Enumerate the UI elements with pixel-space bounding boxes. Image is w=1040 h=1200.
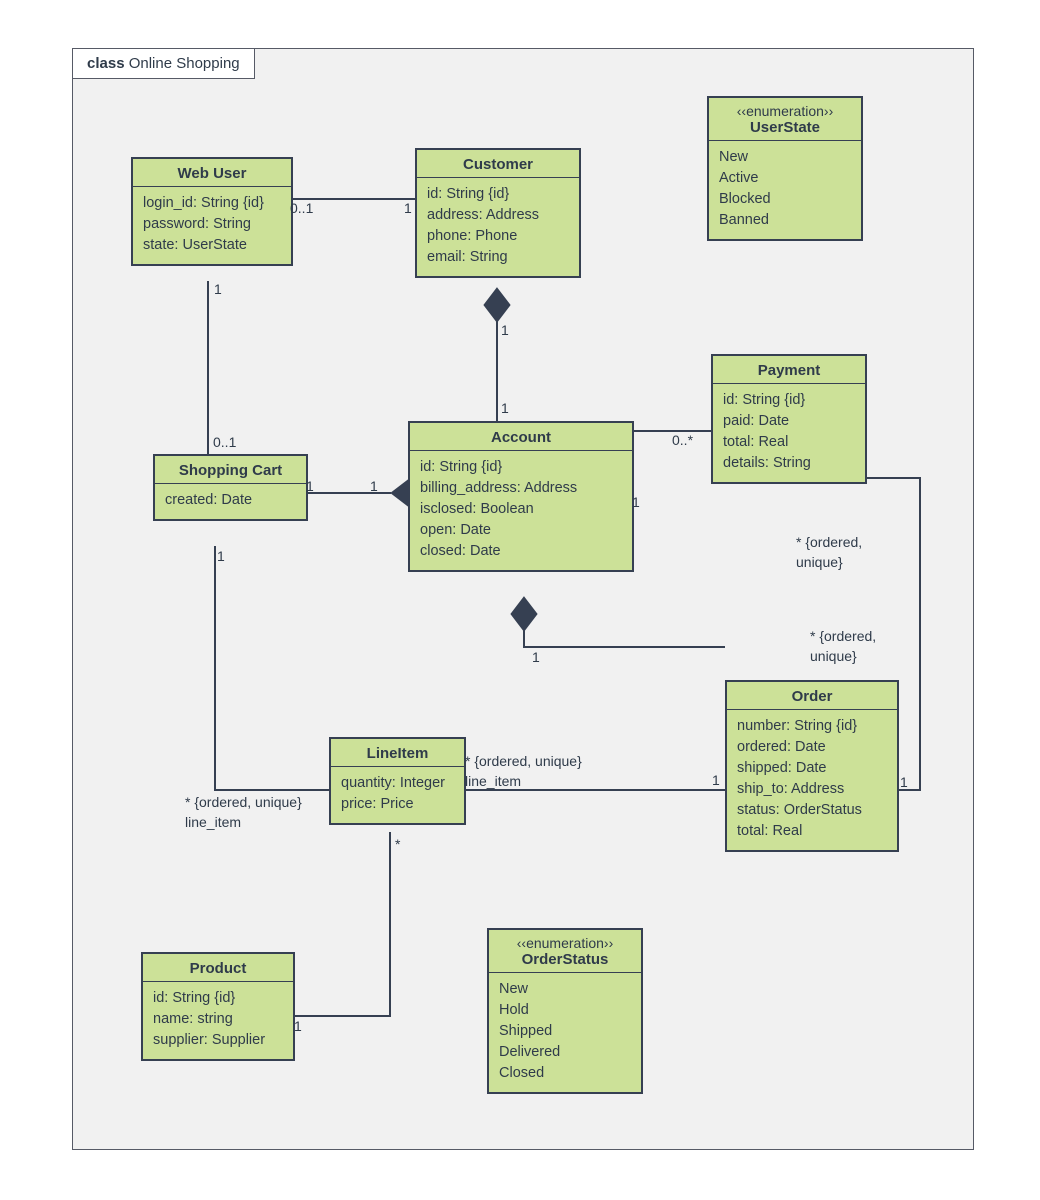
mult-label: 1	[214, 281, 222, 298]
attr: details: String	[723, 453, 855, 474]
mult-label: unique}	[810, 648, 857, 665]
attr: Delivered	[499, 1042, 631, 1063]
class-body: id: String {id} name: string supplier: S…	[143, 982, 293, 1059]
class-shopping-cart: Shopping Cart created: Date	[153, 454, 308, 521]
attr: price: Price	[341, 794, 454, 815]
class-payment: Payment id: String {id} paid: Date total…	[711, 354, 867, 484]
mult-label: 1	[217, 548, 225, 565]
class-title: Web User	[137, 165, 287, 182]
attr: supplier: Supplier	[153, 1030, 283, 1051]
mult-label: * {ordered, unique}	[185, 794, 302, 811]
class-title: UserState	[713, 119, 857, 136]
mult-label: unique}	[796, 554, 843, 571]
stereotype: ‹‹enumeration››	[493, 936, 637, 951]
attr: isclosed: Boolean	[420, 499, 622, 520]
mult-label: 1	[370, 478, 378, 495]
class-order: Order number: String {id} ordered: Date …	[725, 680, 899, 852]
class-title: Product	[147, 960, 289, 977]
frame-kind: class	[87, 55, 125, 72]
mult-label: 0..*	[672, 432, 693, 449]
mult-label: 1	[501, 322, 509, 339]
frame-name: Online Shopping	[129, 55, 240, 72]
attr: email: String	[427, 247, 569, 268]
class-title: Customer	[421, 156, 575, 173]
attr: quantity: Integer	[341, 773, 454, 794]
class-title: LineItem	[335, 745, 460, 762]
attr: login_id: String {id}	[143, 193, 281, 214]
attr: status: OrderStatus	[737, 800, 887, 821]
class-product: Product id: String {id} name: string sup…	[141, 952, 295, 1061]
stereotype: ‹‹enumeration››	[713, 104, 857, 119]
attr: Shipped	[499, 1021, 631, 1042]
attr: Hold	[499, 1000, 631, 1021]
frame-title: class Online Shopping	[72, 48, 255, 79]
attr: created: Date	[165, 490, 296, 511]
class-customer: Customer id: String {id} address: Addres…	[415, 148, 581, 278]
role-label: line_item	[465, 773, 521, 790]
attr: id: String {id}	[723, 390, 855, 411]
mult-label: * {ordered,	[796, 534, 862, 551]
attr: Closed	[499, 1063, 631, 1084]
attr: shipped: Date	[737, 758, 887, 779]
class-body: created: Date	[155, 484, 306, 519]
attr: id: String {id}	[153, 988, 283, 1009]
attr: closed: Date	[420, 541, 622, 562]
class-title: Payment	[717, 362, 861, 379]
role-label: line_item	[185, 814, 241, 831]
class-title: Account	[414, 429, 628, 446]
attr: number: String {id}	[737, 716, 887, 737]
attr: id: String {id}	[427, 184, 569, 205]
class-title: Order	[731, 688, 893, 705]
canvas: class Online Shopping Web User login_id:…	[0, 0, 1040, 1200]
attr: address: Address	[427, 205, 569, 226]
attr: New	[499, 979, 631, 1000]
mult-label: * {ordered,	[810, 628, 876, 645]
attr: password: String	[143, 214, 281, 235]
class-body: id: String {id} paid: Date total: Real d…	[713, 384, 865, 482]
class-body: New Hold Shipped Delivered Closed	[489, 973, 641, 1092]
attr: billing_address: Address	[420, 478, 622, 499]
class-body: number: String {id} ordered: Date shippe…	[727, 710, 897, 850]
attr: phone: Phone	[427, 226, 569, 247]
class-body: id: String {id} address: Address phone: …	[417, 178, 579, 276]
mult-label: 1	[712, 772, 720, 789]
attr: total: Real	[723, 432, 855, 453]
mult-label: 0..1	[213, 434, 236, 451]
attr: open: Date	[420, 520, 622, 541]
class-title: OrderStatus	[493, 951, 637, 968]
enum-userstate: ‹‹enumeration›› UserState New Active Blo…	[707, 96, 863, 241]
class-body: quantity: Integer price: Price	[331, 767, 464, 823]
attr: Banned	[719, 210, 851, 231]
attr: Active	[719, 168, 851, 189]
attr: ordered: Date	[737, 737, 887, 758]
attr: state: UserState	[143, 235, 281, 256]
class-web-user: Web User login_id: String {id} password:…	[131, 157, 293, 266]
mult-label: 1	[532, 649, 540, 666]
class-lineitem: LineItem quantity: Integer price: Price	[329, 737, 466, 825]
class-account: Account id: String {id} billing_address:…	[408, 421, 634, 572]
enum-orderstatus: ‹‹enumeration›› OrderStatus New Hold Shi…	[487, 928, 643, 1094]
mult-label: 0..1	[290, 200, 313, 217]
mult-label: 1	[404, 200, 412, 217]
class-body: login_id: String {id} password: String s…	[133, 187, 291, 264]
mult-label: 1	[306, 478, 314, 495]
class-body: id: String {id} billing_address: Address…	[410, 451, 632, 570]
class-body: New Active Blocked Banned	[709, 141, 861, 239]
mult-label: 1	[900, 774, 908, 791]
mult-label: 1	[632, 494, 640, 511]
mult-label: 1	[501, 400, 509, 417]
attr: name: string	[153, 1009, 283, 1030]
attr: paid: Date	[723, 411, 855, 432]
mult-label: * {ordered, unique}	[465, 753, 582, 770]
attr: New	[719, 147, 851, 168]
attr: id: String {id}	[420, 457, 622, 478]
attr: Blocked	[719, 189, 851, 210]
mult-label: 1	[294, 1018, 302, 1035]
mult-label: *	[395, 836, 400, 853]
class-title: Shopping Cart	[159, 462, 302, 479]
attr: total: Real	[737, 821, 887, 842]
attr: ship_to: Address	[737, 779, 887, 800]
